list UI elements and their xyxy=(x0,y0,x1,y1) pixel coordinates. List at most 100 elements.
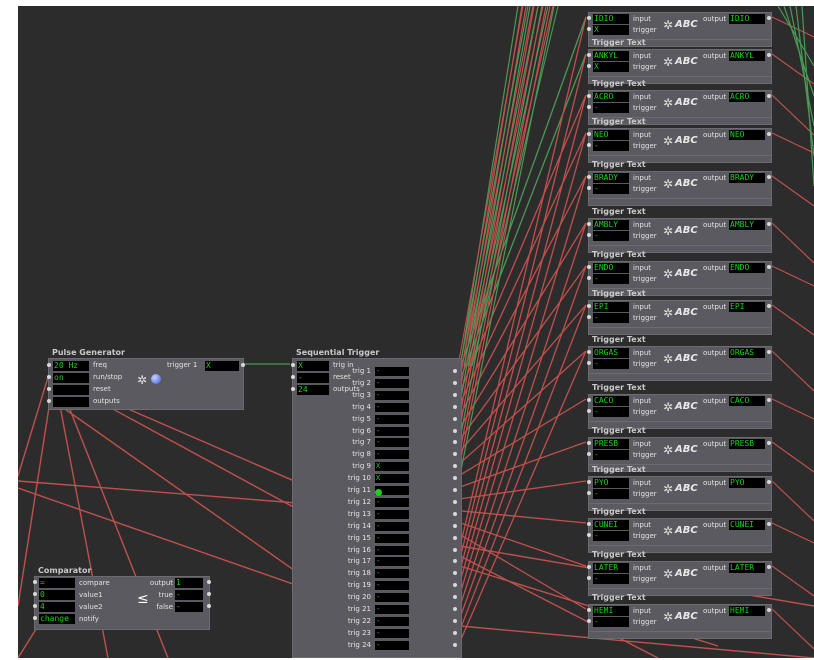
text-input-port[interactable] xyxy=(587,265,591,269)
trigger-input-field[interactable]: - xyxy=(593,313,629,323)
text-input-port[interactable] xyxy=(587,304,591,308)
trigger-input-port[interactable] xyxy=(587,143,591,147)
trigger-output-port[interactable] xyxy=(453,369,457,373)
true-port[interactable] xyxy=(207,592,211,596)
trigger-output-port[interactable] xyxy=(453,499,457,504)
text-input-field[interactable]: PRESB xyxy=(593,439,629,449)
text-input-port[interactable] xyxy=(587,522,591,526)
trigger-output-port[interactable] xyxy=(453,511,457,516)
value2-field[interactable]: 4 xyxy=(39,602,75,612)
trigger-output-port[interactable] xyxy=(453,428,457,433)
text-input-field[interactable]: AMBLY xyxy=(593,220,629,230)
trigger-input-port[interactable] xyxy=(587,619,591,623)
text-output-port[interactable] xyxy=(767,132,771,136)
trigger-output-port[interactable] xyxy=(453,583,457,588)
comparator-actor[interactable]: = compare 0 value1 4 value2 change notif… xyxy=(33,576,211,630)
text-output-port[interactable] xyxy=(767,522,771,526)
text-input-port[interactable] xyxy=(587,94,591,98)
outputs-value-field[interactable] xyxy=(53,397,89,407)
trigger-output-port[interactable] xyxy=(453,559,457,564)
trigger-output-port[interactable] xyxy=(453,392,457,397)
reset-input-port[interactable] xyxy=(47,387,51,391)
text-output-port[interactable] xyxy=(767,265,771,269)
trigger-input-port[interactable] xyxy=(587,576,591,580)
text-input-field[interactable]: ACRO xyxy=(593,92,629,102)
text-input-port[interactable] xyxy=(587,480,591,484)
freq-input-port[interactable] xyxy=(47,363,51,367)
trigger-output-port[interactable] xyxy=(453,630,457,635)
trigger-input-port[interactable] xyxy=(587,452,591,456)
text-input-field[interactable]: ORGAS xyxy=(593,348,629,358)
trigger-input-port[interactable] xyxy=(587,105,591,109)
text-output-port[interactable] xyxy=(767,608,771,612)
trigger-input-field[interactable]: - xyxy=(593,531,629,541)
freq-value-field[interactable]: 20 Hz xyxy=(53,361,89,371)
text-input-field[interactable]: LATER xyxy=(593,563,629,573)
text-input-port[interactable] xyxy=(587,350,591,354)
text-output-port[interactable] xyxy=(767,398,771,402)
trigger-input-field[interactable]: - xyxy=(593,489,629,499)
trigger-text-actor[interactable]: Trigger Text BRADY input - trigger ✲ ABC output… xyxy=(582,160,772,211)
trigger-input-field[interactable]: - xyxy=(593,574,629,584)
trigger-output-port[interactable] xyxy=(453,380,457,385)
pulse-generator-actor[interactable]: 20 Hz freq on run/stop reset outputs ✲ t… xyxy=(47,358,245,410)
text-output-port[interactable] xyxy=(767,480,771,484)
trigger-text-actor[interactable]: Trigger Text EPI input - trigger ✲ ABC output EP… xyxy=(582,289,772,340)
trigger-input-field[interactable]: X xyxy=(593,62,629,72)
text-input-port[interactable] xyxy=(587,441,591,445)
text-output-port[interactable] xyxy=(767,175,771,179)
trigger-output-port[interactable] xyxy=(453,488,457,492)
trigger-input-port[interactable] xyxy=(587,276,591,280)
trigger-input-field[interactable]: - xyxy=(593,141,629,151)
notify-port[interactable] xyxy=(33,616,37,620)
trigger-output-port[interactable] xyxy=(453,476,457,481)
text-input-field[interactable]: PYO xyxy=(593,478,629,488)
run-value-field[interactable]: on xyxy=(53,373,89,383)
trigger-input-port[interactable] xyxy=(587,533,591,537)
text-output-port[interactable] xyxy=(767,16,771,20)
trigger-output-port[interactable] xyxy=(453,547,457,552)
text-output-port[interactable] xyxy=(767,94,771,98)
text-output-port[interactable] xyxy=(767,304,771,308)
false-port[interactable] xyxy=(207,604,211,608)
text-input-field[interactable]: EPI xyxy=(593,302,629,312)
trigger-input-field[interactable]: - xyxy=(593,274,629,284)
trigger-output-port[interactable] xyxy=(453,535,457,540)
trigger-input-field[interactable]: - xyxy=(593,359,629,369)
value1-field[interactable]: 0 xyxy=(39,590,75,600)
outputs-input-port[interactable] xyxy=(47,399,51,403)
trigger-output-port[interactable] xyxy=(453,464,457,469)
trigger-output-port[interactable] xyxy=(453,523,457,528)
trigger-input-field[interactable]: - xyxy=(593,450,629,460)
trigger-input-port[interactable] xyxy=(587,409,591,413)
trigger-output-port[interactable] xyxy=(453,607,457,611)
text-input-port[interactable] xyxy=(587,608,591,612)
trigger-input-field[interactable]: - xyxy=(593,184,629,194)
text-input-field[interactable]: BRADY xyxy=(593,173,629,183)
text-input-field[interactable]: HEMI xyxy=(593,606,629,616)
text-input-port[interactable] xyxy=(587,222,591,226)
text-output-port[interactable] xyxy=(767,441,771,445)
text-input-port[interactable] xyxy=(587,175,591,179)
output-port[interactable] xyxy=(207,580,211,584)
trigger-input-port[interactable] xyxy=(587,233,591,237)
text-output-port[interactable] xyxy=(767,565,771,569)
patch-canvas[interactable]: Pulse Generator 20 Hz freq on run/stop r… xyxy=(18,6,814,658)
value2-port[interactable] xyxy=(33,604,37,608)
trigger-output-port[interactable] xyxy=(453,571,457,576)
compare-port[interactable] xyxy=(33,580,37,584)
trigger-input-port[interactable] xyxy=(587,315,591,319)
value1-port[interactable] xyxy=(33,592,37,596)
text-output-port[interactable] xyxy=(767,222,771,226)
trigger-input-field[interactable]: - xyxy=(593,407,629,417)
text-input-field[interactable]: IDIO xyxy=(593,14,629,24)
reset-value-field[interactable] xyxy=(53,385,89,395)
trigger-input-port[interactable] xyxy=(587,361,591,365)
trigger-output-port[interactable] xyxy=(453,404,457,409)
text-input-port[interactable] xyxy=(587,16,591,20)
sequential-trigger-actor[interactable]: X trig in - reset 24 outputs trig 1- trig… xyxy=(291,358,462,658)
text-input-port[interactable] xyxy=(587,132,591,136)
notify-field[interactable]: change xyxy=(39,614,75,624)
text-output-port[interactable] xyxy=(767,53,771,57)
text-input-field[interactable]: CUNEI xyxy=(593,520,629,530)
